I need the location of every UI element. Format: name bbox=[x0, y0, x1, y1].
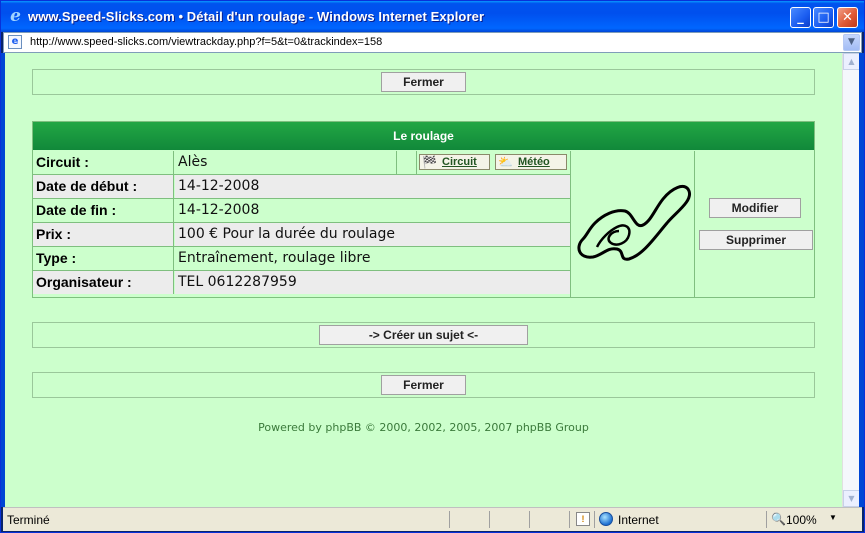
page-icon: e bbox=[8, 35, 22, 49]
status-text: Terminé bbox=[7, 513, 50, 527]
circuit-link-label: Circuit bbox=[442, 156, 477, 168]
zoom-level[interactable]: 100% bbox=[786, 513, 817, 527]
create-topic-panel: -> Créer un sujet <- bbox=[32, 322, 815, 348]
circuit-link-button[interactable]: 🏁 Circuit bbox=[419, 154, 490, 170]
row-label: Circuit : bbox=[33, 151, 174, 174]
security-warning-icon[interactable]: ! bbox=[576, 512, 590, 526]
row-value: 100 € Pour la durée du roulage bbox=[175, 223, 570, 246]
status-divider bbox=[594, 511, 595, 528]
row-value: Alès bbox=[175, 151, 397, 174]
vertical-scrollbar[interactable]: ▲ ▼ bbox=[842, 53, 860, 507]
status-divider bbox=[489, 511, 490, 528]
browser-window: e www.Speed-Slicks.com • Détail d'un rou… bbox=[0, 0, 865, 533]
globe-icon bbox=[599, 512, 613, 526]
chevron-down-icon[interactable]: ▼ bbox=[829, 513, 837, 522]
close-bottom-button[interactable]: Fermer bbox=[381, 375, 466, 395]
section-title: Le roulage bbox=[33, 122, 814, 150]
address-url[interactable]: http://www.speed-slicks.com/viewtrackday… bbox=[30, 36, 382, 48]
minimize-button[interactable]: _ bbox=[790, 7, 811, 28]
row-label: Date de début : bbox=[33, 175, 174, 198]
scroll-up-icon[interactable]: ▲ bbox=[843, 53, 860, 70]
top-close-panel: Fermer bbox=[32, 69, 815, 95]
meteo-link-button[interactable]: ⛅ Météo bbox=[495, 154, 567, 170]
row-circuit: Circuit : Alès 🏁 Circuit ⛅ Météo bbox=[33, 151, 570, 175]
row-value: 14-12-2008 bbox=[175, 175, 570, 198]
row-label: Organisateur : bbox=[33, 271, 174, 294]
ie-icon: e bbox=[10, 6, 21, 26]
row-value: Entraînement, roulage libre bbox=[178, 250, 371, 266]
row-label: Date de fin : bbox=[33, 199, 174, 222]
row-type: Type : Entraînement, roulage libre bbox=[33, 247, 570, 271]
security-zone[interactable]: Internet bbox=[618, 513, 659, 527]
row-label: Type : bbox=[33, 247, 174, 270]
page-viewport: Fermer Le roulage Circuit : Alès 🏁 Circu… bbox=[5, 53, 842, 507]
meteo-link-label: Météo bbox=[518, 156, 550, 168]
maximize-button[interactable]: □ bbox=[813, 7, 834, 28]
address-bar[interactable]: e http://www.speed-slicks.com/viewtrackd… bbox=[3, 32, 862, 53]
row-end-date: Date de fin : 14-12-2008 bbox=[33, 199, 570, 223]
status-divider bbox=[766, 511, 767, 528]
close-top-button[interactable]: Fermer bbox=[381, 72, 466, 92]
magnifier-icon[interactable]: 🔍 bbox=[771, 512, 786, 526]
title-bar[interactable]: e www.Speed-Slicks.com • Détail d'un rou… bbox=[1, 1, 864, 32]
status-divider bbox=[449, 511, 450, 528]
delete-button[interactable]: Supprimer bbox=[699, 230, 813, 250]
modify-button[interactable]: Modifier bbox=[709, 198, 801, 218]
sun-cloud-icon: ⛅ bbox=[498, 155, 513, 169]
row-price: Prix : 100 € Pour la durée du roulage bbox=[33, 223, 570, 247]
spacer-cell bbox=[397, 151, 417, 174]
checkered-flag-icon: 🏁 bbox=[422, 155, 437, 169]
powered-by-footer: Powered by phpBB © 2000, 2002, 2005, 200… bbox=[258, 421, 589, 434]
row-label: Prix : bbox=[33, 223, 174, 246]
trackday-details-table: Le roulage Circuit : Alès 🏁 Circuit ⛅ Mé… bbox=[32, 121, 815, 298]
row-value: TEL 0612287959 bbox=[175, 271, 570, 294]
status-bar: Terminé ! Internet 🔍 100% ▼ bbox=[3, 507, 862, 531]
row-value: 14-12-2008 bbox=[178, 202, 260, 218]
window-border-right bbox=[859, 53, 864, 507]
chevron-down-icon[interactable]: ▼ bbox=[843, 34, 860, 51]
window-title: www.Speed-Slicks.com • Détail d'un roula… bbox=[28, 9, 485, 24]
row-organizer: Organisateur : TEL 0612287959 bbox=[33, 271, 570, 295]
actions-cell: Modifier Supprimer bbox=[695, 151, 814, 298]
status-divider bbox=[529, 511, 530, 528]
status-divider bbox=[569, 511, 570, 528]
bottom-close-panel: Fermer bbox=[32, 372, 815, 398]
row-start-date: Date de début : 14-12-2008 bbox=[33, 175, 570, 199]
close-window-button[interactable]: ✕ bbox=[837, 7, 858, 28]
scroll-down-icon[interactable]: ▼ bbox=[843, 490, 860, 507]
create-topic-button[interactable]: -> Créer un sujet <- bbox=[319, 325, 528, 345]
circuit-map-cell bbox=[570, 151, 695, 298]
circuit-map-icon bbox=[577, 185, 692, 261]
